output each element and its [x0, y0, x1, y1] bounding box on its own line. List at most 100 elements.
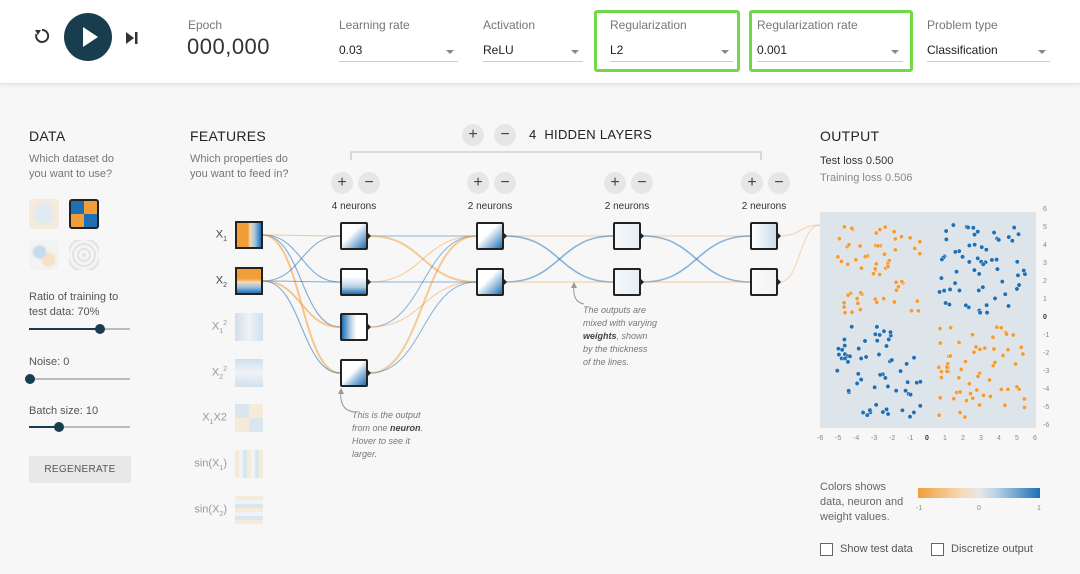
data-point	[947, 287, 953, 292]
data-point	[885, 384, 891, 389]
x-tick-label: 4	[997, 435, 1001, 442]
weight-line[interactable]	[262, 280, 341, 328]
data-point	[873, 331, 878, 337]
data-point	[975, 255, 981, 261]
data-point	[996, 237, 1002, 243]
add-layer-button[interactable]: +	[462, 124, 484, 146]
data-point	[936, 412, 942, 418]
data-point	[937, 326, 943, 331]
data-point	[971, 349, 977, 355]
data-point	[1015, 272, 1021, 278]
data-point	[886, 337, 892, 342]
add-neuron-button[interactable]: +	[604, 172, 626, 194]
data-point	[963, 359, 968, 364]
legend-min: -1	[916, 505, 923, 512]
neuron[interactable]	[750, 222, 781, 250]
data-point	[884, 343, 889, 349]
hidden-layers-heading: 4 HIDDEN LAYERS	[529, 127, 652, 142]
data-point	[891, 229, 897, 235]
weight-line[interactable]	[642, 235, 751, 283]
data-point	[904, 361, 910, 367]
data-point	[911, 355, 917, 361]
data-point	[917, 379, 923, 385]
remove-neuron-button[interactable]: −	[494, 172, 516, 194]
weight-line[interactable]	[262, 234, 341, 237]
data-point	[849, 309, 855, 315]
x-tick-label: 3	[979, 435, 983, 442]
data-point	[954, 269, 959, 275]
data-point	[952, 280, 958, 286]
data-point	[999, 279, 1005, 284]
data-point	[857, 243, 863, 249]
data-point	[941, 288, 947, 294]
y-tick-label: -5	[1043, 404, 1050, 411]
data-point	[888, 329, 893, 335]
x-tick-label: -2	[889, 435, 896, 442]
data-point	[912, 245, 918, 251]
data-point	[943, 228, 949, 234]
remove-neuron-button[interactable]: −	[358, 172, 380, 194]
data-point	[938, 369, 944, 374]
data-point	[855, 371, 861, 377]
weight-line[interactable]	[262, 280, 341, 374]
y-tick-label: 5	[1043, 224, 1047, 231]
add-neuron-button[interactable]: +	[467, 172, 489, 194]
y-tick-label: 4	[1043, 242, 1047, 249]
data-point	[905, 379, 911, 385]
neuron[interactable]	[476, 268, 507, 296]
x-tick-label: -1	[907, 435, 914, 442]
show-test-data-checkbox[interactable]	[820, 543, 833, 556]
data-point	[1002, 291, 1008, 297]
data-point	[998, 325, 1004, 331]
layer-neuron-count: 2 neurons	[467, 201, 513, 212]
data-point	[991, 230, 997, 236]
weight-line[interactable]	[262, 235, 341, 282]
data-point	[911, 410, 917, 415]
data-point	[1000, 353, 1006, 358]
remove-layer-button[interactable]: −	[494, 124, 516, 146]
neuron[interactable]	[340, 359, 371, 387]
data-point	[984, 310, 990, 316]
discretize-output-checkbox[interactable]	[931, 543, 944, 556]
remove-neuron-button[interactable]: −	[631, 172, 653, 194]
data-point	[867, 407, 873, 413]
add-neuron-button[interactable]: +	[331, 172, 353, 194]
data-point	[939, 375, 944, 381]
data-point	[1021, 268, 1027, 273]
data-point	[960, 254, 965, 260]
data-point	[984, 302, 990, 308]
neuron[interactable]	[340, 268, 371, 296]
y-tick-label: 6	[1043, 206, 1047, 213]
neuron[interactable]	[750, 268, 781, 296]
data-point	[859, 265, 864, 271]
y-tick-label: -2	[1043, 350, 1050, 357]
annotation-arrow	[571, 282, 585, 305]
neuron[interactable]	[613, 268, 644, 296]
weight-line[interactable]	[369, 235, 477, 374]
neuron[interactable]	[613, 222, 644, 250]
data-point	[877, 227, 883, 232]
weight-line[interactable]	[369, 281, 477, 374]
data-point	[944, 364, 950, 370]
output-title: OUTPUT	[820, 128, 880, 144]
neuron[interactable]	[340, 313, 371, 341]
remove-neuron-button[interactable]: −	[768, 172, 790, 194]
data-point	[914, 298, 920, 304]
weight-line[interactable]	[369, 235, 477, 283]
data-point	[891, 299, 897, 305]
data-point	[881, 296, 887, 301]
data-point	[871, 271, 876, 277]
layer-neuron-count: 2 neurons	[604, 201, 650, 212]
neuron[interactable]	[476, 222, 507, 250]
data-point	[841, 337, 847, 342]
data-point	[846, 242, 852, 248]
data-point	[998, 386, 1004, 392]
weight-line[interactable]	[779, 224, 821, 283]
y-tick-label: 0	[1043, 314, 1047, 321]
neuron[interactable]	[340, 222, 371, 250]
output-heatmap[interactable]	[820, 212, 1036, 428]
weight-line[interactable]	[505, 235, 614, 283]
add-neuron-button[interactable]: +	[741, 172, 763, 194]
data-point	[838, 259, 844, 264]
data-point	[846, 388, 852, 394]
